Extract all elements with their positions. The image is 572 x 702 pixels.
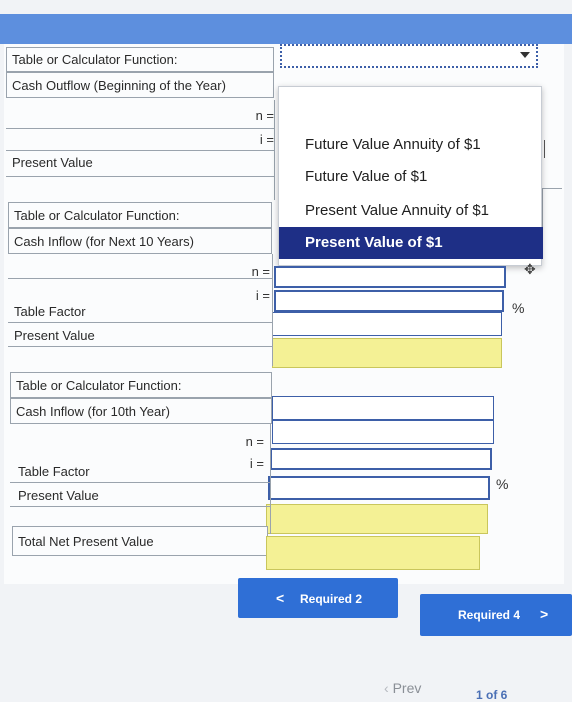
top-bar: [0, 14, 572, 44]
divider: [10, 506, 270, 507]
n-input-2[interactable]: [274, 266, 506, 288]
pv-label-1: Present Value: [12, 155, 93, 170]
table-factor-input-3[interactable]: [268, 476, 490, 500]
divider: [270, 424, 271, 534]
divider: [8, 322, 272, 323]
i-label-1: i =: [259, 132, 274, 147]
divider: [6, 176, 274, 177]
option-pv[interactable]: Present Value of $1: [279, 227, 543, 259]
n-input-3[interactable]: [272, 420, 494, 444]
i-input-3[interactable]: [270, 448, 492, 470]
required-2-label: Required 2: [300, 592, 363, 606]
total-npv-result: [266, 536, 480, 570]
required-2-button[interactable]: < Required 2: [238, 578, 398, 618]
required-4-button[interactable]: Required 4 >: [420, 594, 572, 636]
prev-link[interactable]: ‹ Prev: [384, 680, 421, 696]
divider: [8, 346, 272, 347]
i-label-2: i =: [255, 288, 270, 303]
divider: [274, 100, 275, 200]
function-dropdown-menu: Future Value Annuity of $1 Future Value …: [278, 86, 543, 266]
pv-result-2: [272, 338, 502, 368]
divider: [542, 188, 562, 189]
table-factor-label-2: Table Factor: [14, 304, 86, 319]
prev-label: Prev: [392, 680, 422, 696]
i-input-2[interactable]: [274, 290, 504, 312]
divider: [272, 254, 273, 366]
chevron-right-icon: >: [540, 606, 549, 622]
required-4-label: Required 4: [458, 608, 521, 622]
table-factor-input-2[interactable]: [272, 312, 502, 336]
flow-label-1: Cash Outflow (Beginning of the Year): [6, 72, 274, 98]
divider: [6, 128, 274, 129]
divider: [10, 482, 270, 483]
pv-label-2: Present Value: [14, 328, 95, 343]
total-npv-label: Total Net Present Value: [12, 526, 268, 556]
function-label-3: Table or Calculator Function:: [10, 372, 272, 398]
n-label-2: n =: [251, 264, 270, 279]
divider: [544, 140, 545, 158]
percent-sign-3: %: [496, 476, 509, 492]
option-pv-annuity[interactable]: Present Value Annuity of $1: [279, 195, 543, 227]
function-label-2: Table or Calculator Function:: [8, 202, 272, 228]
option-fv[interactable]: Future Value of $1: [279, 161, 543, 193]
percent-sign-2: %: [512, 300, 525, 316]
function-select-3[interactable]: [272, 396, 494, 420]
pv-label-3: Present Value: [18, 488, 99, 503]
chevron-left-icon: ‹: [384, 680, 389, 696]
chevron-down-icon[interactable]: [520, 52, 530, 58]
option-fv-annuity[interactable]: Future Value Annuity of $1: [279, 129, 543, 161]
divider: [8, 278, 272, 279]
function-select-1[interactable]: [280, 44, 538, 68]
n-label-1: n =: [255, 108, 274, 123]
table-factor-label-3: Table Factor: [18, 464, 90, 479]
flow-label-2: Cash Inflow (for Next 10 Years): [8, 228, 272, 254]
divider: [6, 150, 274, 151]
n-label-3: n =: [245, 434, 264, 449]
i-label-3: i =: [249, 456, 264, 471]
pv-result-3: [266, 504, 488, 534]
chevron-left-icon: <: [276, 590, 285, 606]
resize-cursor-icon: ✥: [524, 261, 536, 277]
flow-label-3: Cash Inflow (for 10th Year): [10, 398, 272, 424]
function-label-1: Table or Calculator Function:: [6, 47, 274, 72]
